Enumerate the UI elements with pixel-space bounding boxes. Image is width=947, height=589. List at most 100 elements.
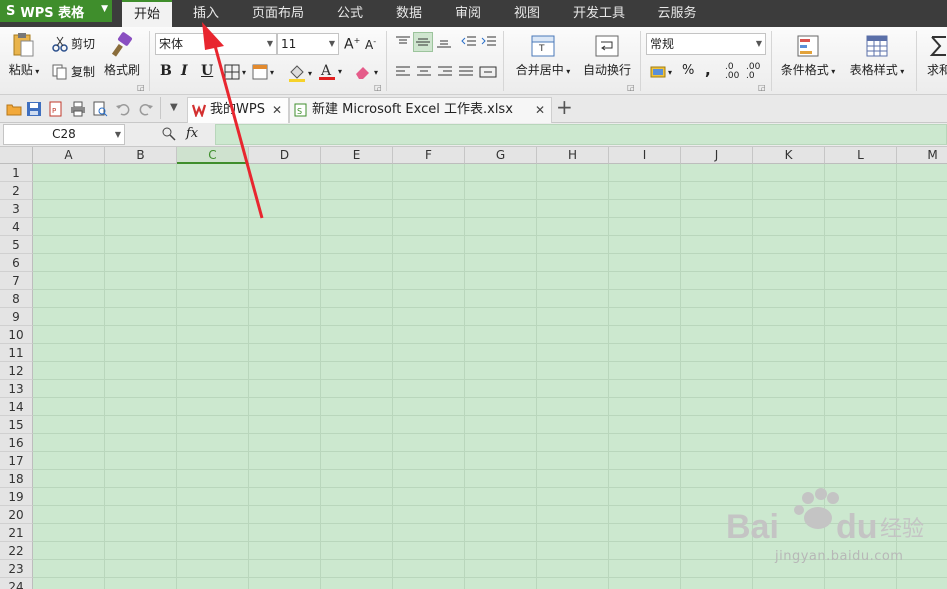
column-header-a[interactable]: A [33, 147, 105, 164]
increase-font-button[interactable]: A+ [344, 36, 360, 53]
tab-review[interactable]: 审阅 [448, 0, 488, 27]
customize-chevron-icon[interactable]: ▼ [170, 102, 178, 113]
row-header-23[interactable]: 23 [0, 560, 33, 578]
formula-input[interactable] [215, 124, 947, 145]
border-button[interactable]: ▾ [224, 64, 246, 80]
row-header-13[interactable]: 13 [0, 380, 33, 398]
increase-decimal-button[interactable]: .0.00 [725, 63, 739, 81]
export-pdf-icon[interactable]: P [48, 101, 64, 117]
tab-insert[interactable]: 插入 [182, 0, 230, 27]
tab-cloud[interactable]: 云服务 [652, 0, 702, 27]
row-header-19[interactable]: 19 [0, 488, 33, 506]
align-left-button[interactable] [395, 66, 411, 78]
row-header-20[interactable]: 20 [0, 506, 33, 524]
tab-home[interactable]: 开始 [122, 0, 172, 27]
row-header-21[interactable]: 21 [0, 524, 33, 542]
insert-function-button[interactable]: fx [186, 126, 198, 141]
row-header-22[interactable]: 22 [0, 542, 33, 560]
row-header-10[interactable]: 10 [0, 326, 33, 344]
column-header-e[interactable]: E [321, 147, 393, 164]
name-box[interactable]: C28 ▼ [3, 124, 125, 145]
row-header-24[interactable]: 24 [0, 578, 33, 589]
conditional-format-button[interactable]: 条件格式 ▾ [777, 34, 839, 78]
row-header-1[interactable]: 1 [0, 164, 33, 182]
cell-style-button[interactable]: ▾ [252, 64, 274, 80]
row-header-18[interactable]: 18 [0, 470, 33, 488]
clear-format-button[interactable]: ▾ [354, 64, 378, 80]
redo-icon[interactable] [138, 101, 154, 117]
print-icon[interactable] [70, 101, 86, 117]
app-menu-button[interactable]: S WPS 表格 ▼ [0, 0, 112, 22]
copy-button[interactable]: 复制 [52, 63, 95, 80]
close-icon[interactable]: ✕ [535, 98, 545, 122]
row-header-7[interactable]: 7 [0, 272, 33, 290]
column-header-j[interactable]: J [681, 147, 753, 164]
alignment-launcher-icon[interactable]: ◲ [627, 83, 635, 92]
new-tab-button[interactable]: + [556, 95, 573, 119]
row-header-11[interactable]: 11 [0, 344, 33, 362]
row-header-5[interactable]: 5 [0, 236, 33, 254]
increase-indent-button[interactable] [481, 35, 497, 49]
tab-view[interactable]: 视图 [507, 0, 547, 27]
comma-button[interactable]: , [705, 61, 711, 79]
underline-button[interactable]: U [201, 63, 213, 79]
row-header-12[interactable]: 12 [0, 362, 33, 380]
row-header-4[interactable]: 4 [0, 218, 33, 236]
bold-button[interactable]: B [160, 63, 172, 79]
tab-my-wps[interactable]: 我的WPS ✕ [187, 97, 289, 123]
column-header-m[interactable]: M [897, 147, 947, 164]
column-header-d[interactable]: D [249, 147, 321, 164]
decrease-indent-button[interactable] [461, 35, 477, 49]
decrease-decimal-button[interactable]: .00.0 [746, 63, 760, 81]
column-header-g[interactable]: G [465, 147, 537, 164]
number-format-select[interactable]: 常规 ▼ [646, 33, 766, 55]
table-style-button[interactable]: 表格样式 ▾ [845, 34, 909, 78]
close-icon[interactable]: ✕ [272, 98, 282, 122]
currency-button[interactable]: ▾ [650, 65, 672, 79]
number-launcher-icon[interactable]: ◲ [758, 83, 766, 92]
wrap-text-button[interactable]: 自动换行 [580, 34, 634, 78]
align-middle-button[interactable] [413, 32, 433, 52]
row-header-9[interactable]: 9 [0, 308, 33, 326]
percent-button[interactable]: % [682, 63, 694, 78]
column-header-f[interactable]: F [393, 147, 465, 164]
column-header-c[interactable]: C [177, 147, 249, 164]
save-icon[interactable] [26, 101, 42, 117]
align-right-button[interactable] [437, 66, 453, 78]
align-center-button[interactable] [416, 66, 432, 78]
column-header-i[interactable]: I [609, 147, 681, 164]
column-header-k[interactable]: K [753, 147, 825, 164]
distribute-button[interactable] [479, 65, 497, 79]
tab-workbook[interactable]: S 新建 Microsoft Excel 工作表.xlsx ✕ [289, 97, 552, 123]
row-header-8[interactable]: 8 [0, 290, 33, 308]
sum-button[interactable]: 求和 [924, 34, 947, 78]
tab-formulas[interactable]: 公式 [330, 0, 370, 27]
print-preview-icon[interactable] [92, 101, 108, 117]
row-header-16[interactable]: 16 [0, 434, 33, 452]
format-painter-button[interactable]: 格式刷 [102, 32, 142, 78]
clipboard-launcher-icon[interactable]: ◲ [137, 83, 145, 92]
row-header-15[interactable]: 15 [0, 416, 33, 434]
select-all-corner[interactable] [0, 147, 33, 164]
row-header-14[interactable]: 14 [0, 398, 33, 416]
tab-developer[interactable]: 开发工具 [568, 0, 630, 27]
font-name-select[interactable]: 宋体 ▼ [155, 33, 277, 55]
font-color-button[interactable]: A ▾ [318, 62, 342, 80]
justify-button[interactable] [458, 66, 474, 78]
paste-button[interactable]: 粘贴 ▾ [6, 32, 42, 78]
undo-icon[interactable] [115, 101, 131, 117]
tab-page-layout[interactable]: 页面布局 [248, 0, 308, 27]
cut-button[interactable]: 剪切 [52, 35, 95, 52]
fill-color-button[interactable]: ▾ [288, 64, 312, 82]
column-header-h[interactable]: H [537, 147, 609, 164]
column-header-b[interactable]: B [105, 147, 177, 164]
row-header-3[interactable]: 3 [0, 200, 33, 218]
align-bottom-button[interactable] [436, 35, 452, 49]
italic-button[interactable]: I [181, 63, 188, 79]
column-header-l[interactable]: L [825, 147, 897, 164]
row-header-17[interactable]: 17 [0, 452, 33, 470]
tab-data[interactable]: 数据 [389, 0, 429, 27]
row-header-2[interactable]: 2 [0, 182, 33, 200]
font-size-select[interactable]: 11 ▼ [277, 33, 339, 55]
decrease-font-button[interactable]: A- [365, 37, 376, 52]
